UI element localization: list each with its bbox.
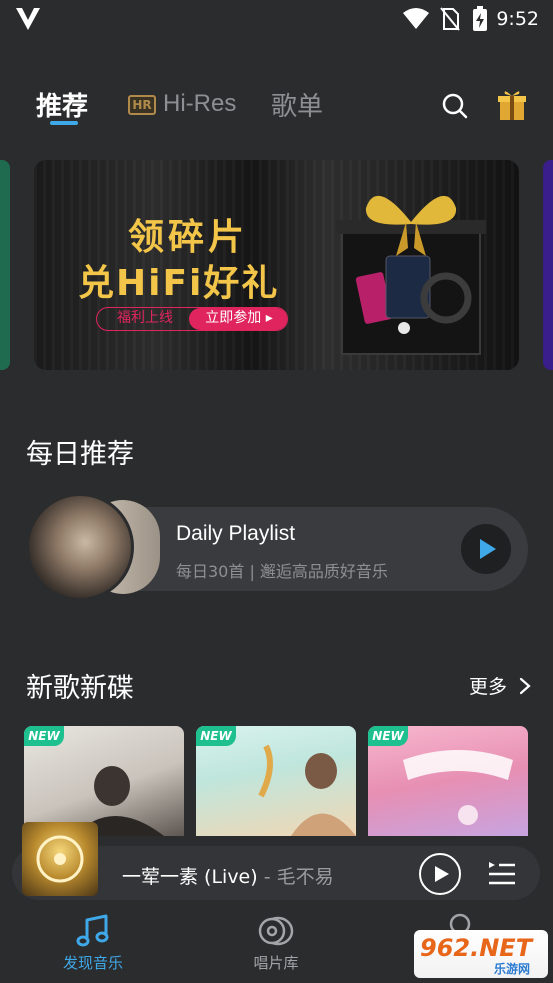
mini-player-separator: - (257, 866, 277, 888)
banner-title-line1: 领碎片 (128, 217, 249, 258)
no-sim-icon (440, 7, 460, 31)
banner-cta-button[interactable]: 立即参加 ▸ (189, 308, 287, 330)
search-icon[interactable] (441, 92, 469, 120)
album-card-2[interactable]: NEW (196, 726, 356, 836)
banner-title-line2: 兑HiFi好礼 (78, 263, 280, 304)
new-badge: NEW (196, 726, 236, 746)
watermark-subtext: 乐游网 (494, 962, 531, 976)
banner-prev-peek[interactable] (0, 160, 10, 370)
mini-play-button[interactable] (419, 853, 461, 895)
more-label: 更多 (468, 676, 507, 698)
more-link[interactable]: 更多 (469, 672, 531, 699)
daily-play-button[interactable] (461, 524, 511, 574)
battery-charging-icon (473, 6, 487, 31)
status-time: 9:52 (496, 8, 539, 30)
tab-playlists[interactable]: 歌单 (271, 86, 323, 123)
album-art-3 (403, 750, 513, 825)
status-bar: 9:52 (0, 0, 553, 40)
gift-icon[interactable] (497, 88, 527, 122)
tab-active-indicator (50, 121, 78, 125)
watermark-logo: 962.NET 乐游网 (414, 930, 548, 978)
play-icon (480, 539, 496, 559)
daily-playlist-title: Daily Playlist (176, 522, 296, 545)
nav-library[interactable]: 唱片库 (243, 912, 309, 974)
mini-player-track[interactable]: 一荤一素 (Live) - 毛不易 (122, 862, 334, 889)
daily-cover-image (26, 493, 134, 601)
gift-box-illustration-icon (336, 195, 486, 355)
banner-cta-label: 福利上线 (117, 310, 173, 326)
play-icon (435, 866, 449, 882)
daily-playlist-subtitle: 每日30首 | 邂逅高品质好音乐 (176, 562, 388, 581)
mini-player-artist: 毛不易 (276, 866, 334, 888)
nav-discover-label: 发现音乐 (62, 954, 123, 972)
tab-recommend[interactable]: 推荐 (36, 86, 88, 123)
mini-player-cover[interactable] (22, 822, 98, 896)
banner-cta[interactable]: 福利上线 立即参加 ▸ (96, 307, 288, 331)
chevron-right-icon (519, 677, 531, 695)
vinyl-icon (258, 916, 294, 946)
cover-art-icon (36, 835, 84, 883)
promo-banner[interactable]: 领碎片 兑HiFi好礼 福利上线 立即参加 ▸ (34, 160, 519, 370)
new-releases-title: 新歌新碟 (26, 673, 134, 704)
daily-section-title: 每日推荐 (26, 439, 134, 470)
album-art-2 (258, 744, 356, 836)
watermark-text: 962.NET (420, 934, 533, 962)
nav-library-label: 唱片库 (253, 954, 299, 972)
album-card-3[interactable]: NEW (368, 726, 528, 836)
tab-hires[interactable]: Hi-Res (163, 90, 236, 118)
mini-player-song: 一荤一素 (Live) (122, 866, 258, 888)
wifi-icon (403, 8, 429, 29)
album-card-1[interactable]: NEW (24, 726, 184, 836)
music-note-icon (76, 914, 109, 947)
playlist-queue-icon[interactable] (488, 860, 516, 886)
hires-badge-icon: HR (128, 95, 156, 115)
app-logo-icon (16, 8, 40, 30)
nav-discover[interactable]: 发现音乐 (60, 912, 126, 974)
banner-next-peek[interactable] (543, 160, 553, 370)
new-badge: NEW (24, 726, 64, 746)
